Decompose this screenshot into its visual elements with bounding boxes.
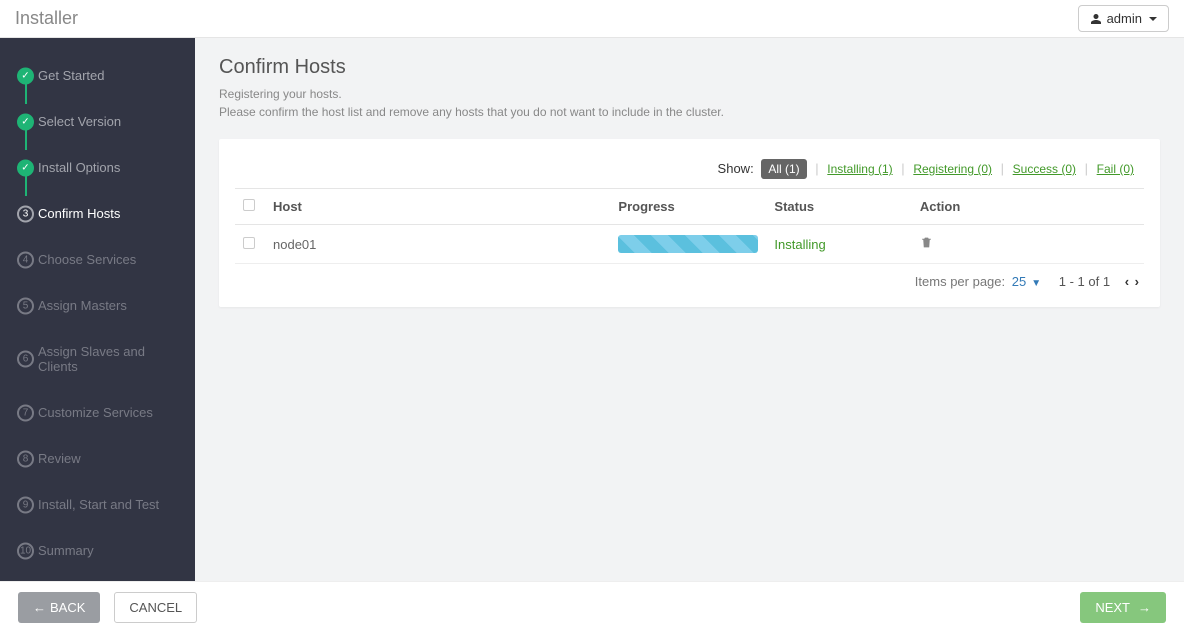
step-summary[interactable]: 10 Summary [0, 535, 195, 566]
select-all-checkbox[interactable] [243, 199, 255, 211]
step-number: 8 [17, 450, 34, 467]
page-title: Confirm Hosts [219, 56, 1160, 79]
filter-fail[interactable]: Fail (0) [1097, 162, 1134, 176]
check-icon: ✓ [17, 113, 34, 130]
filter-registering[interactable]: Registering (0) [913, 162, 992, 176]
step-get-started[interactable]: ✓ Get Started [0, 60, 195, 91]
table-header-row: Host Progress Status Action [235, 189, 1144, 225]
progress-bar [618, 235, 758, 253]
step-choose-services[interactable]: 4 Choose Services [0, 244, 195, 275]
page-subtitle: Registering your hosts. Please confirm t… [219, 85, 1160, 121]
col-action: Action [912, 189, 1144, 225]
chevron-down-icon[interactable]: ▼ [1031, 278, 1041, 289]
filter-success[interactable]: Success (0) [1013, 162, 1076, 176]
check-icon: ✓ [17, 159, 34, 176]
step-number: 10 [17, 542, 34, 559]
user-name: admin [1107, 11, 1142, 26]
step-assign-masters[interactable]: 5 Assign Masters [0, 290, 195, 321]
table-row: node01 Installing [235, 225, 1144, 264]
step-number: 3 [17, 205, 34, 222]
hosts-card: Show: All (1) | Installing (1) | Registe… [219, 139, 1160, 307]
step-number: 4 [17, 251, 34, 268]
status-link[interactable]: Installing [774, 237, 825, 252]
step-install-options[interactable]: ✓ Install Options [0, 152, 195, 183]
row-checkbox[interactable] [243, 237, 255, 249]
filter-label: Show: [718, 161, 754, 176]
cancel-button[interactable]: CANCEL [114, 592, 197, 623]
main-content: Confirm Hosts Registering your hosts. Pl… [195, 38, 1184, 581]
sidebar: ✓ Get Started ✓ Select Version ✓ Install… [0, 38, 195, 581]
step-install-start-test[interactable]: 9 Install, Start and Test [0, 489, 195, 520]
page-next[interactable]: › [1135, 274, 1139, 289]
step-select-version[interactable]: ✓ Select Version [0, 106, 195, 137]
filter-all[interactable]: All (1) [761, 159, 806, 179]
step-number: 7 [17, 404, 34, 421]
page-range: 1 - 1 of 1 [1059, 274, 1110, 289]
page-size-select[interactable]: 25 [1012, 274, 1026, 289]
header: Installer admin [0, 0, 1184, 38]
brand-title: Installer [15, 8, 78, 29]
check-icon: ✓ [17, 67, 34, 84]
filter-installing[interactable]: Installing (1) [827, 162, 892, 176]
footer: BACK CANCEL NEXT [0, 581, 1184, 633]
hosts-table: Host Progress Status Action node01 Insta… [235, 188, 1144, 264]
back-button[interactable]: BACK [18, 592, 100, 623]
step-customize-services[interactable]: 7 Customize Services [0, 397, 195, 428]
step-number: 5 [17, 297, 34, 314]
trash-icon[interactable] [920, 236, 933, 249]
caret-down-icon [1149, 17, 1157, 21]
filter-row: Show: All (1) | Installing (1) | Registe… [235, 155, 1144, 188]
step-review[interactable]: 8 Review [0, 443, 195, 474]
page-prev[interactable]: ‹ [1125, 274, 1129, 289]
pager: Items per page: 25 ▼ 1 - 1 of 1 ‹ › [235, 264, 1144, 291]
step-assign-slaves-clients[interactable]: 6 Assign Slaves and Clients [0, 336, 195, 382]
user-icon [1090, 13, 1102, 25]
next-button[interactable]: NEXT [1080, 592, 1166, 623]
step-number: 6 [17, 351, 34, 368]
col-progress: Progress [610, 189, 766, 225]
step-number: 9 [17, 496, 34, 513]
col-host: Host [265, 189, 610, 225]
host-name: node01 [265, 225, 610, 264]
col-status: Status [766, 189, 911, 225]
pager-label: Items per page: [915, 274, 1005, 289]
user-dropdown[interactable]: admin [1078, 5, 1169, 32]
step-confirm-hosts[interactable]: 3 Confirm Hosts [0, 198, 195, 229]
